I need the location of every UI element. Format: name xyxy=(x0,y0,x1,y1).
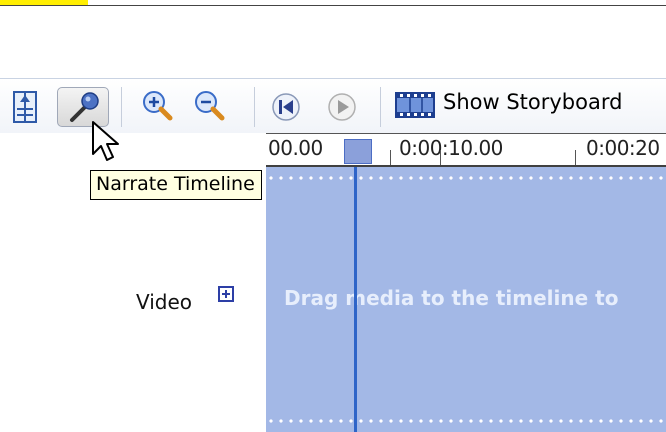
top-rule xyxy=(0,5,666,6)
zoom-in-icon xyxy=(143,91,173,121)
play-button[interactable] xyxy=(322,87,362,127)
toolbar-separator xyxy=(254,87,255,127)
narrate-timeline-tooltip: Narrate Timeline xyxy=(90,170,262,200)
ruler-label: 0:00:10.00 xyxy=(399,136,503,160)
ruler-label: 0:00:20 xyxy=(586,136,660,160)
video-track-drop-hint: Drag media to the timeline to xyxy=(284,286,619,310)
ruler-tick xyxy=(390,150,391,165)
ruler-label: 00.00 xyxy=(268,136,323,160)
film-strip-icon xyxy=(395,92,435,118)
rewind-icon xyxy=(272,93,300,121)
playhead-handle[interactable] xyxy=(344,139,372,164)
play-icon xyxy=(328,93,356,121)
show-storyboard-button[interactable]: Show Storyboard xyxy=(443,90,622,114)
expand-video-track-button[interactable] xyxy=(218,286,234,302)
zoom-out-icon xyxy=(195,91,225,121)
track-dots-top xyxy=(266,176,666,180)
ruler-tick xyxy=(575,150,576,165)
tooltip-text: Narrate Timeline xyxy=(96,173,255,195)
toolbar-separator xyxy=(121,87,122,127)
track-dots-bottom xyxy=(266,419,666,423)
zoom-in-button[interactable] xyxy=(138,87,178,127)
plus-icon xyxy=(222,290,230,298)
show-storyboard-icon-button[interactable] xyxy=(394,89,436,123)
set-audio-levels-button[interactable] xyxy=(8,87,48,127)
ruler-tick xyxy=(440,150,441,165)
audio-levels-icon xyxy=(13,91,37,123)
playhead-line[interactable] xyxy=(354,167,357,432)
video-track-label: Video xyxy=(136,290,193,314)
toolbar-separator xyxy=(380,87,381,127)
zoom-out-button[interactable] xyxy=(190,87,230,127)
rewind-button[interactable] xyxy=(266,87,306,127)
mouse-cursor-icon xyxy=(92,121,119,161)
